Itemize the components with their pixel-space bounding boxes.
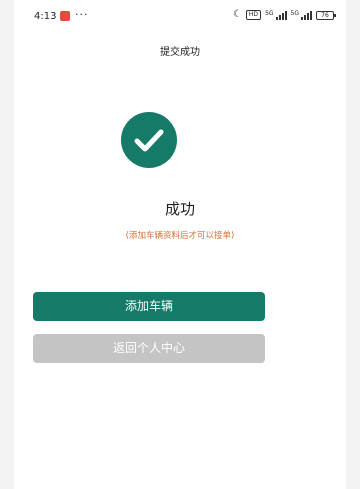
network-type-label-2: 5G bbox=[290, 10, 299, 17]
page-title: 提交成功 bbox=[160, 47, 200, 58]
signal-icon-2 bbox=[301, 10, 312, 20]
signal-icon bbox=[275, 10, 287, 20]
hd-badge: HD bbox=[245, 10, 262, 20]
back-to-profile-button[interactable]: 返回个人中心 bbox=[33, 334, 265, 363]
check-circle-icon bbox=[121, 112, 177, 168]
app-screen: 4:13 ··· ☾ HD 5G 5G 76 提交成功 成功 (添加车辆资料后才… bbox=[14, 0, 346, 489]
do-not-disturb-icon: ☾ bbox=[232, 9, 242, 20]
result-hint: (添加车辆资料后才可以接单) bbox=[125, 231, 235, 241]
status-bar: 4:13 ··· ☾ HD 5G 5G 76 bbox=[14, 0, 346, 34]
result-title: 成功 bbox=[164, 200, 195, 218]
battery-icon: 76 bbox=[316, 10, 336, 20]
more-notifications-icon: ··· bbox=[75, 8, 89, 21]
status-indicators: ☾ HD 5G 5G 76 bbox=[232, 9, 336, 20]
notification-app-icon bbox=[60, 11, 70, 21]
add-vehicle-button[interactable]: 添加车辆 bbox=[33, 292, 265, 321]
status-time: 4:13 bbox=[34, 11, 57, 22]
network-type-label: 5G bbox=[265, 10, 274, 17]
